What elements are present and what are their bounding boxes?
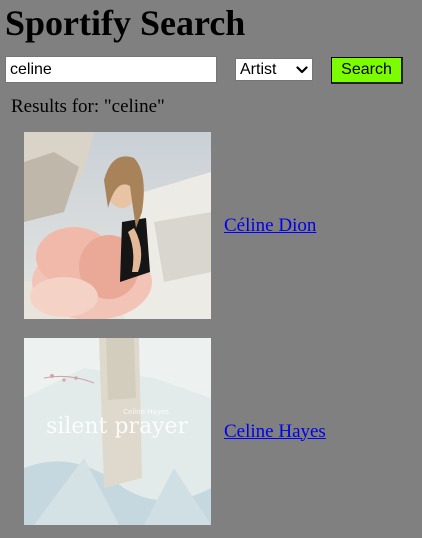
- result-item: silent prayer Celine Hayes Celine Hayes: [24, 338, 326, 525]
- album-cover-image: [24, 132, 211, 319]
- chevron-down-icon: [292, 59, 312, 80]
- artist-link[interactable]: Céline Dion: [224, 215, 316, 237]
- search-type-select[interactable]: Artist: [235, 58, 313, 81]
- artist-link[interactable]: Celine Hayes: [224, 421, 326, 443]
- search-button[interactable]: Search: [331, 57, 403, 84]
- search-input[interactable]: [5, 56, 217, 83]
- cover-title-text: silent prayer: [46, 414, 189, 439]
- album-cover-image: silent prayer Celine Hayes: [24, 338, 211, 525]
- cover-artist-text: Celine Hayes: [123, 408, 169, 416]
- page-title: Sportify Search: [5, 3, 246, 43]
- results-heading: Results for: "celine": [11, 96, 165, 117]
- search-type-value: Artist: [240, 60, 277, 78]
- result-item: Céline Dion: [24, 132, 316, 319]
